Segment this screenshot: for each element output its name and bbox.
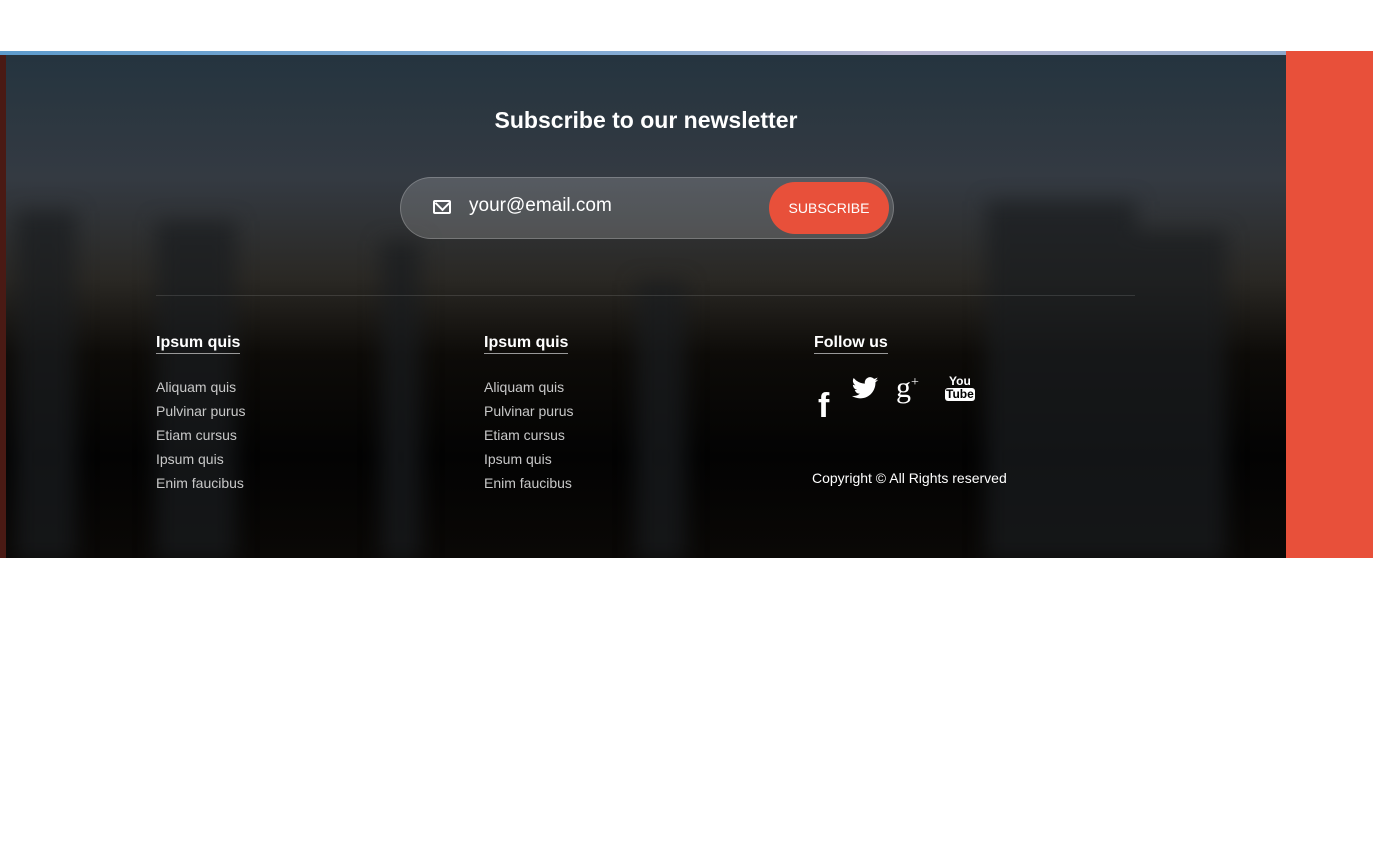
copyright-text: Copyright © All Rights reserved bbox=[812, 470, 1007, 486]
footer-link[interactable]: Ipsum quis bbox=[484, 447, 574, 471]
subscribe-button[interactable]: SUBSCRIBE bbox=[769, 182, 889, 234]
google-plus-icon[interactable]: g+ bbox=[896, 371, 919, 405]
footer-column-1: Ipsum quis Aliquam quis Pulvinar purus E… bbox=[156, 334, 246, 495]
email-input[interactable] bbox=[469, 195, 749, 217]
facebook-icon[interactable]: f bbox=[818, 387, 829, 426]
footer-link[interactable]: Pulvinar purus bbox=[484, 399, 574, 423]
envelope-icon bbox=[433, 200, 451, 214]
divider bbox=[156, 295, 1135, 296]
footer-link[interactable]: Aliquam quis bbox=[484, 375, 574, 399]
footer-column-2: Ipsum quis Aliquam quis Pulvinar purus E… bbox=[484, 334, 574, 495]
follow-heading: Follow us bbox=[814, 334, 888, 354]
column-heading: Ipsum quis bbox=[156, 334, 241, 354]
twitter-icon[interactable] bbox=[851, 377, 879, 399]
newsletter-section: Subscribe to our newsletter SUBSCRIBE Ip… bbox=[6, 51, 1286, 558]
footer-link[interactable]: Pulvinar purus bbox=[156, 399, 246, 423]
footer-link[interactable]: Enim faucibus bbox=[484, 471, 574, 495]
footer-link[interactable]: Enim faucibus bbox=[156, 471, 246, 495]
youtube-icon[interactable]: You Tube bbox=[945, 375, 975, 401]
footer-link[interactable]: Etiam cursus bbox=[484, 423, 574, 447]
top-accent-line bbox=[0, 51, 1286, 55]
footer: Subscribe to our newsletter SUBSCRIBE Ip… bbox=[0, 51, 1373, 558]
footer-link[interactable]: Etiam cursus bbox=[156, 423, 246, 447]
footer-link[interactable]: Ipsum quis bbox=[156, 447, 246, 471]
follow-column: Follow us bbox=[814, 334, 888, 354]
newsletter-title: Subscribe to our newsletter bbox=[494, 107, 798, 133]
footer-link[interactable]: Aliquam quis bbox=[156, 375, 246, 399]
column-heading: Ipsum quis bbox=[484, 334, 569, 354]
subscribe-form: SUBSCRIBE bbox=[400, 177, 894, 239]
